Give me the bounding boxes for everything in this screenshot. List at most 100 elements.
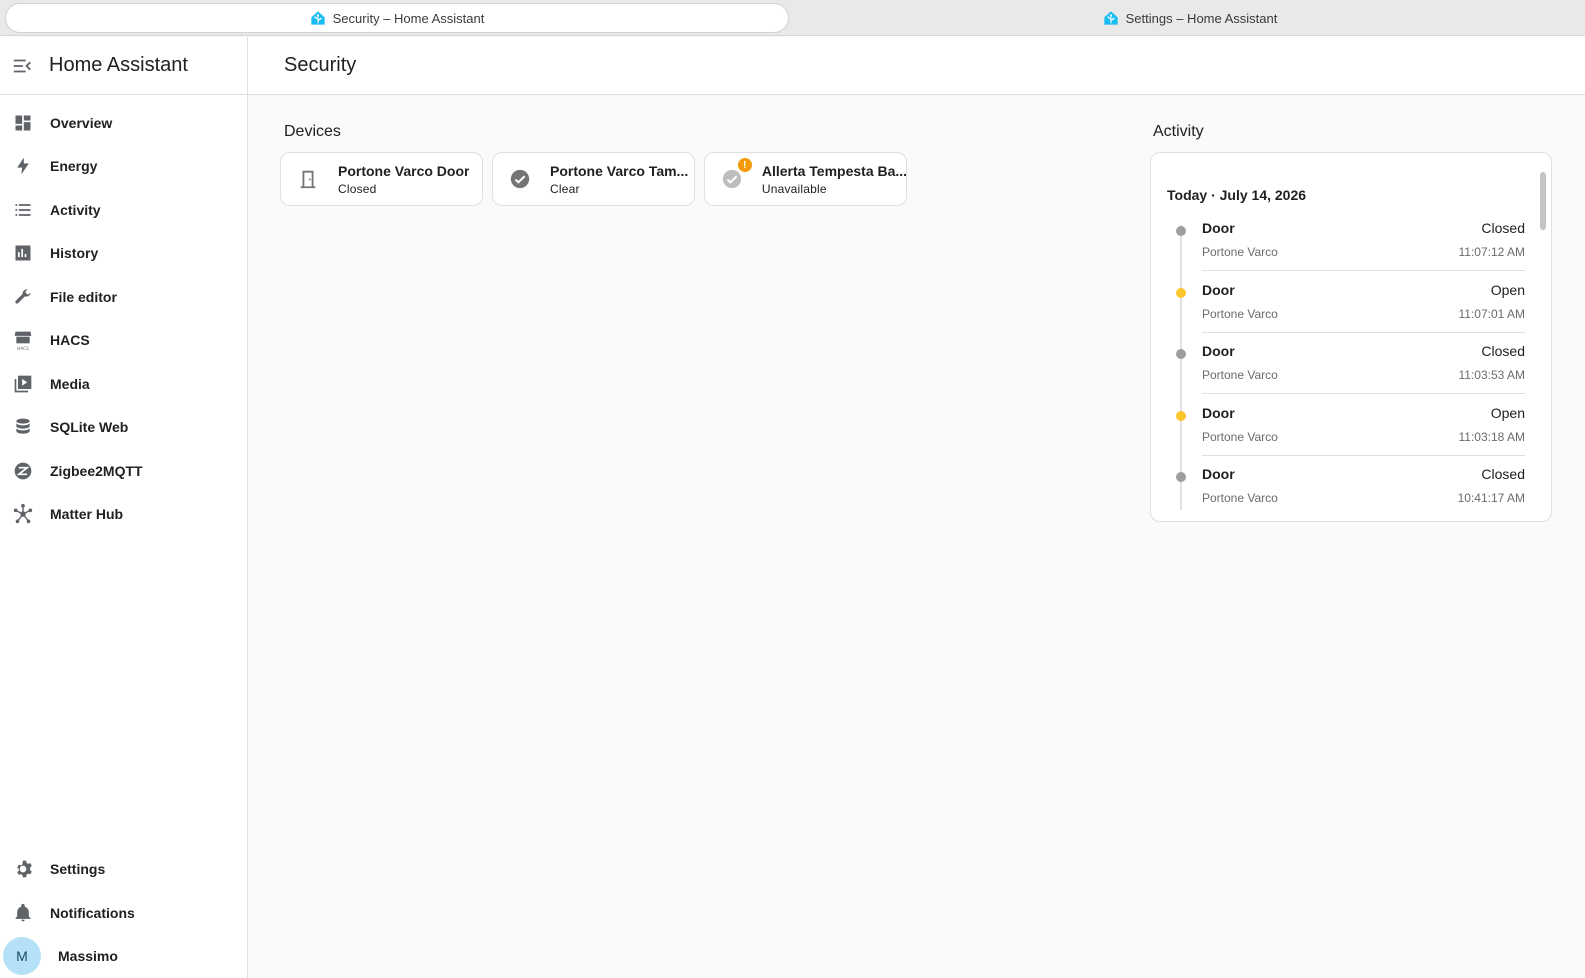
chart-icon	[12, 242, 34, 264]
sidebar-item-label: SQLite Web	[50, 419, 129, 436]
sidebar-nav: Overview Energy Activity History File ed…	[0, 95, 247, 536]
entry-time: 11:07:12 AM	[1458, 245, 1526, 259]
entry-name: Door	[1202, 466, 1235, 482]
divider	[1202, 331, 1525, 333]
home-assistant-logo-icon	[1103, 11, 1118, 25]
device-card[interactable]: Portone Varco Door Closed	[280, 152, 483, 206]
sidebar-item-overview[interactable]: Overview	[0, 101, 247, 145]
page-header: Security	[248, 37, 1585, 95]
sidebar-item-label: Activity	[50, 201, 101, 218]
browser-tab-title: Security – Home Assistant	[332, 10, 485, 26]
sidebar-item-label: Matter Hub	[50, 506, 124, 523]
media-icon	[12, 373, 34, 395]
menu-collapse-icon	[13, 59, 31, 72]
avatar: M	[3, 937, 41, 976]
sidebar-item-zigbee2mqtt[interactable]: Zigbee2MQTT	[0, 449, 247, 493]
activity-entry[interactable]: Door Open Portone Varco 11:03:18 AM	[1151, 402, 1551, 464]
devices-section-title: Devices	[284, 123, 341, 140]
entry-source: Portone Varco	[1202, 429, 1278, 444]
status-dot	[1176, 410, 1186, 421]
sidebar-title: Home Assistant	[49, 54, 188, 76]
sidebar-item-label: History	[50, 245, 99, 262]
warning-badge: !	[737, 158, 752, 172]
divider	[1202, 270, 1525, 271]
sidebar-item-media[interactable]: Media	[0, 362, 247, 406]
sidebar-item-notifications[interactable]: Notifications	[0, 891, 247, 935]
hub-icon	[12, 503, 34, 525]
hacs-store-icon: HACS	[12, 329, 34, 351]
sidebar-item-label: Settings	[50, 861, 106, 878]
divider	[1202, 454, 1525, 456]
device-state: Clear	[550, 181, 580, 196]
entry-time: 11:03:18 AM	[1458, 429, 1526, 444]
device-card[interactable]: Portone Varco Tam... Clear	[492, 152, 695, 206]
page-title: Security	[284, 54, 357, 76]
sidebar-item-label: Zigbee2MQTT	[50, 462, 143, 479]
entry-state: Open	[1490, 281, 1525, 298]
home-assistant-logo-icon	[310, 11, 325, 25]
entry-name: Door	[1202, 281, 1235, 298]
entry-name: Door	[1202, 220, 1235, 236]
sidebar-item-label: Energy	[50, 158, 98, 175]
door-closed-icon	[296, 167, 320, 191]
entry-time: 11:07:01 AM	[1458, 306, 1526, 321]
sidebar: Home Assistant Overview Energy Activity …	[0, 37, 248, 978]
database-icon	[12, 416, 34, 438]
sidebar-toggle-button[interactable]	[0, 44, 44, 88]
bell-icon	[12, 902, 34, 924]
browser-tab-strip: Security – Home Assistant Settings – Hom…	[0, 0, 1585, 36]
sidebar-item-sqlite-web[interactable]: SQLite Web	[0, 406, 247, 450]
check-circle-icon	[508, 167, 532, 191]
activity-date: Today · July 14, 2026	[1167, 187, 1307, 203]
main-content: Security Devices Activity Portone Varco …	[248, 37, 1585, 978]
sidebar-item-label: HACS	[50, 332, 90, 349]
sidebar-item-activity[interactable]: Activity	[0, 188, 247, 232]
user-name: Massimo	[58, 948, 118, 965]
entry-source: Portone Varco	[1202, 491, 1278, 505]
activity-entry[interactable]: Door Open Portone Varco 11:07:01 AM	[1151, 279, 1551, 341]
activity-entry[interactable]: Door Closed Portone Varco 11:07:12 AM	[1151, 217, 1551, 279]
status-dot	[1176, 226, 1186, 236]
sidebar-header: Home Assistant	[0, 37, 247, 95]
browser-tab-security[interactable]: Security – Home Assistant	[5, 3, 789, 33]
entry-state: Open	[1490, 404, 1525, 421]
check-circle-icon: !	[720, 158, 752, 191]
device-name: Allerta Tempesta Ba...	[761, 162, 906, 179]
device-name: Portone Varco Tam...	[550, 162, 689, 179]
lightning-icon	[12, 155, 34, 177]
wrench-icon	[12, 286, 34, 308]
sidebar-item-label: Notifications	[50, 904, 135, 921]
status-dot	[1176, 472, 1186, 482]
sidebar-item-hacs[interactable]: HACS HACS	[0, 319, 247, 363]
entry-name: Door	[1202, 404, 1235, 421]
sidebar-item-label: Overview	[50, 114, 113, 131]
activity-entry[interactable]: Door Closed Portone Varco 10:41:17 AM	[1151, 463, 1551, 521]
device-name: Portone Varco Door	[338, 162, 470, 179]
svg-text:HACS: HACS	[17, 346, 29, 351]
entry-state: Closed	[1481, 220, 1525, 236]
sidebar-item-history[interactable]: History	[0, 232, 247, 276]
activity-section-title: Activity	[1153, 123, 1204, 140]
sidebar-item-energy[interactable]: Energy	[0, 145, 247, 189]
entry-source: Portone Varco	[1202, 368, 1278, 382]
entry-source: Portone Varco	[1202, 306, 1278, 321]
browser-tab-settings[interactable]: Settings – Home Assistant	[800, 3, 1580, 33]
activity-entry[interactable]: Door Closed Portone Varco 11:03:53 AM	[1151, 340, 1551, 402]
sidebar-item-user[interactable]: M Massimo	[0, 935, 247, 978]
sidebar-item-settings[interactable]: Settings	[0, 848, 247, 892]
divider	[1202, 393, 1525, 394]
sidebar-item-matter-hub[interactable]: Matter Hub	[0, 493, 247, 537]
device-card[interactable]: ! Allerta Tempesta Ba... Unavailable	[704, 152, 907, 206]
entry-name: Door	[1202, 343, 1235, 359]
sidebar-bottom: Settings Notifications M Massimo	[0, 848, 247, 978]
dashboard-icon	[12, 112, 34, 134]
entry-time: 11:03:53 AM	[1458, 368, 1526, 382]
sidebar-item-file-editor[interactable]: File editor	[0, 275, 247, 319]
list-icon	[12, 199, 34, 221]
activity-scrollbar[interactable]	[1540, 172, 1546, 230]
sidebar-item-label: Media	[50, 375, 90, 392]
entry-source: Portone Varco	[1202, 245, 1278, 259]
gear-icon	[12, 858, 34, 880]
sidebar-item-label: File editor	[50, 288, 117, 305]
status-dot	[1176, 287, 1186, 298]
